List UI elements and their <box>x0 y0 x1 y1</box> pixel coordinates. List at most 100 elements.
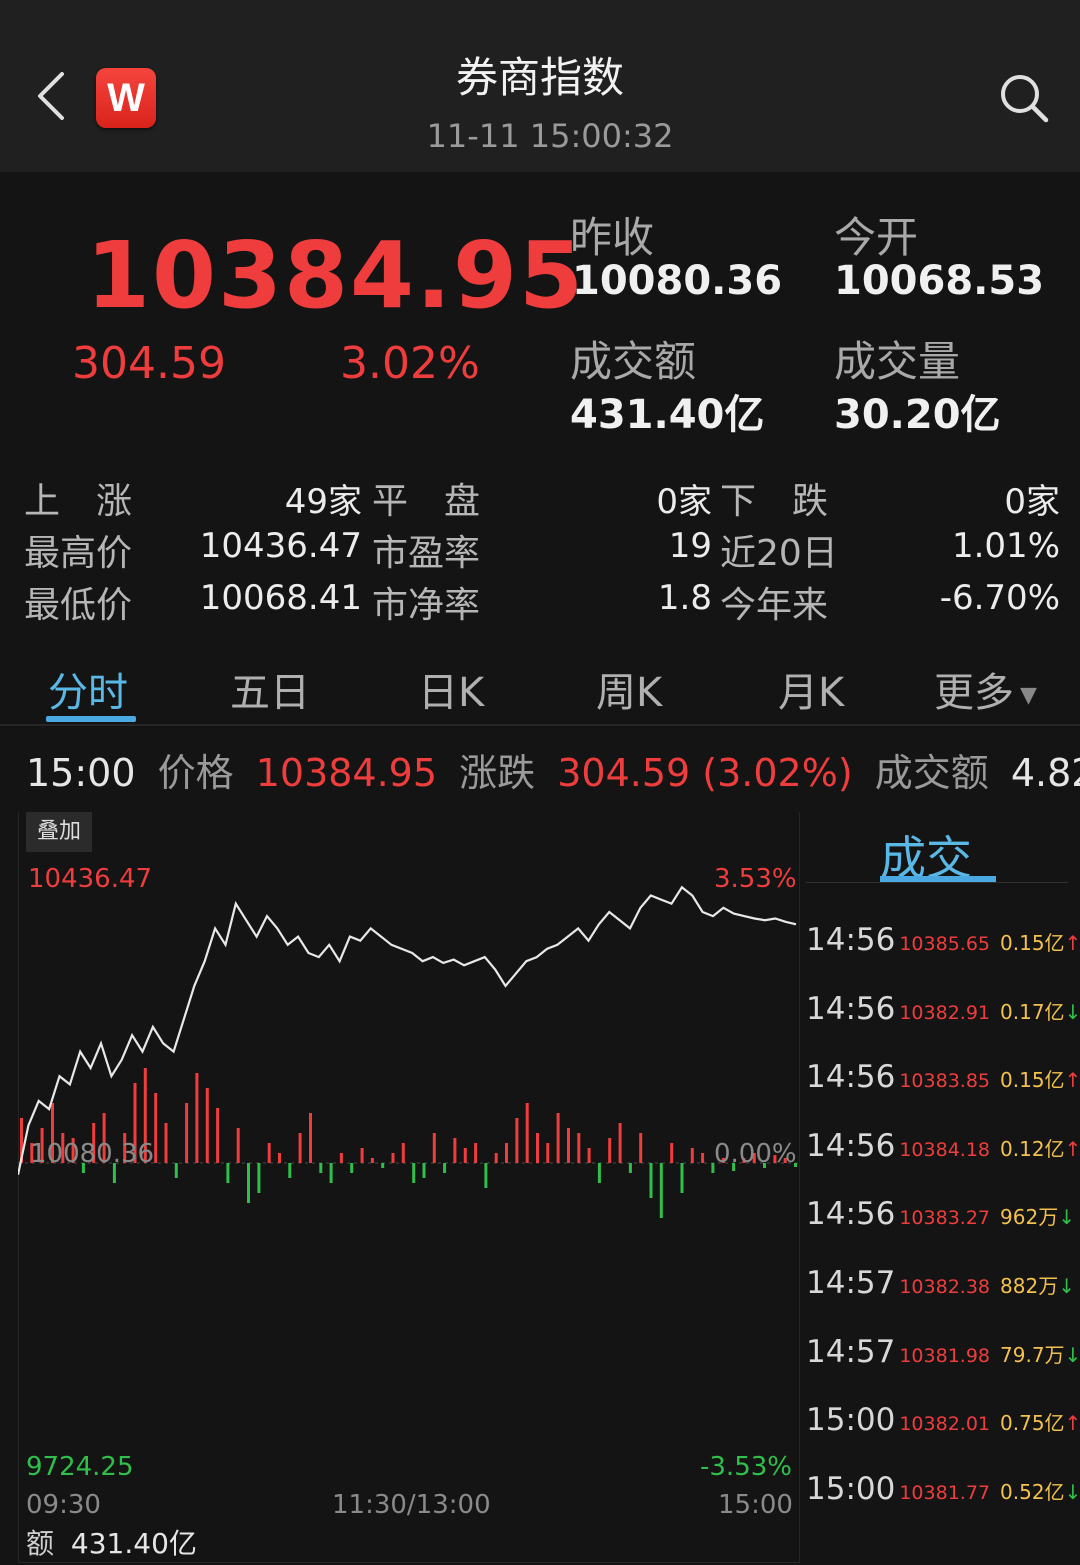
trade-volume: 0.17亿 <box>1000 999 1065 1024</box>
advancers-label: 上 涨 <box>24 481 133 522</box>
chart-footer: 额 431.40亿 <box>26 1522 197 1562</box>
20day-label: 近20日 <box>720 533 838 574</box>
volume-bar <box>278 1153 281 1163</box>
active-tab-indicator <box>46 716 136 722</box>
volume-bar <box>577 1133 581 1163</box>
trade-volume: 0.75亿 <box>1000 1411 1065 1436</box>
info-price-label: 价格 <box>157 751 234 795</box>
trade-price: 10382.91 <box>899 1001 991 1024</box>
volume-bar <box>505 1143 508 1163</box>
volume-bar <box>309 1113 312 1163</box>
arrow-up-icon: ↑ <box>1064 1068 1080 1093</box>
volume-bar <box>618 1123 622 1163</box>
arrow-up-icon: ↑ <box>1064 1136 1080 1161</box>
open-label: 今开 <box>834 213 919 262</box>
volume-bar <box>453 1138 457 1163</box>
unchanged-value: 0家 <box>656 482 712 522</box>
x-label-midday: 11:30/13:00 <box>332 1490 491 1520</box>
arrow-down-icon: ↓ <box>1058 1205 1075 1230</box>
volume-bar <box>154 1093 158 1163</box>
overlay-button[interactable]: 叠加 <box>26 812 92 852</box>
pct-high-label: 3.53% <box>714 864 797 894</box>
y-low-label: 9724.25 <box>26 1452 134 1482</box>
trade-row: 15:00 10382.01 0.75亿↑ <box>806 1402 1080 1462</box>
trade-volume: 962万 <box>1000 1205 1059 1230</box>
volume-bar <box>174 1163 178 1178</box>
volume-bar <box>195 1073 199 1163</box>
info-amount: 4.82亿 <box>1010 751 1080 795</box>
volume-bar <box>525 1103 529 1163</box>
info-change-label: 涨跌 <box>459 751 536 795</box>
trade-price: 10382.38 <box>899 1276 991 1298</box>
x-label-close: 15:00 <box>718 1490 793 1520</box>
tab-more-label: 更多 <box>934 670 1014 716</box>
volume-bar <box>185 1103 189 1163</box>
volume-bar <box>597 1163 601 1183</box>
crosshair-info-bar: 15:00 价格 10384.95 涨跌 304.59 (3.02%) 成交额 … <box>26 742 1080 797</box>
volume-bar <box>670 1143 674 1163</box>
volume-bar <box>567 1128 570 1163</box>
pe-label: 市盈率 <box>372 533 481 574</box>
volume-bar <box>236 1128 240 1163</box>
y-high-label: 10436.47 <box>28 864 153 894</box>
price-change: 304.59 <box>72 338 226 389</box>
trade-volume: 0.15亿 <box>1000 1068 1065 1093</box>
volume-bar <box>360 1148 364 1163</box>
arrow-down-icon: ↓ <box>1064 1342 1080 1367</box>
trade-price: 10383.27 <box>899 1207 991 1230</box>
back-arrow-icon[interactable] <box>32 66 72 126</box>
ytd-value: -6.70% <box>939 578 1060 618</box>
arrow-down-icon: ↓ <box>1064 1479 1080 1504</box>
volume-label: 成交量 <box>834 337 961 386</box>
turnover-value: 431.40亿 <box>570 392 765 438</box>
advancers-value: 49家 <box>284 482 362 522</box>
app-logo[interactable]: W <box>96 68 156 128</box>
info-time: 15:00 <box>26 751 136 795</box>
arrow-up-icon: ↑ <box>1064 931 1080 955</box>
volume-bar <box>515 1118 519 1163</box>
trade-row: 14:56 10383.85 0.15亿↑ <box>806 1059 1080 1119</box>
pct-mid-label: 0.00% <box>714 1139 797 1169</box>
trade-price: 10382.01 <box>899 1413 991 1436</box>
tab-daily-k[interactable]: 日K <box>418 660 484 718</box>
volume-bar <box>587 1148 591 1163</box>
search-icon[interactable] <box>996 70 1052 126</box>
tab-weekly-k[interactable]: 周K <box>596 660 662 718</box>
volume-bar <box>546 1143 550 1163</box>
prev-close-value: 10080.36 <box>572 258 783 304</box>
volume-bar <box>680 1163 684 1193</box>
volume-bar <box>639 1133 643 1163</box>
volume-bar <box>628 1163 632 1173</box>
volume-bar <box>164 1123 168 1163</box>
tab-more[interactable]: 更多 ▼ <box>934 660 1037 718</box>
volume-bar <box>298 1133 302 1163</box>
tab-intraday[interactable]: 分时 <box>48 660 128 718</box>
tab-monthly-k[interactable]: 月K <box>778 660 844 718</box>
quote-timestamp: 11-11 15:00:32 <box>426 117 674 155</box>
y-mid-label: 10080.36 <box>30 1139 155 1169</box>
volume-bar <box>339 1153 343 1163</box>
volume-bar <box>257 1163 261 1193</box>
trade-time: 14:56 <box>806 922 896 958</box>
trade-price: 10383.85 <box>899 1070 991 1093</box>
tab-five-day[interactable]: 五日 <box>230 660 310 718</box>
trade-time: 14:56 <box>806 1196 896 1233</box>
trade-row: 14:57 10381.98 79.7万↓ <box>806 1334 1080 1394</box>
caret-down-icon: ▼ <box>1020 682 1037 708</box>
trade-time: 14:56 <box>806 1127 896 1164</box>
ytd-label: 今年来 <box>720 585 829 626</box>
arrow-down-icon: ↓ <box>1064 999 1080 1024</box>
trade-row: 14:56 10383.27 962万↓ <box>806 1196 1076 1256</box>
volume-bar <box>536 1133 539 1163</box>
volume-bar <box>319 1163 323 1173</box>
volume-bar <box>226 1163 230 1183</box>
volume-bar <box>494 1153 498 1163</box>
decliners-value: 0家 <box>1004 482 1060 522</box>
volume-bar <box>267 1143 271 1163</box>
unchanged-label: 平 盘 <box>372 481 481 522</box>
volume-bar <box>659 1163 663 1218</box>
volume-bar <box>649 1163 653 1198</box>
trade-price: 10381.77 <box>899 1481 991 1504</box>
arrow-down-icon: ↓ <box>1058 1274 1075 1298</box>
20day-value: 1.01% <box>951 526 1060 566</box>
